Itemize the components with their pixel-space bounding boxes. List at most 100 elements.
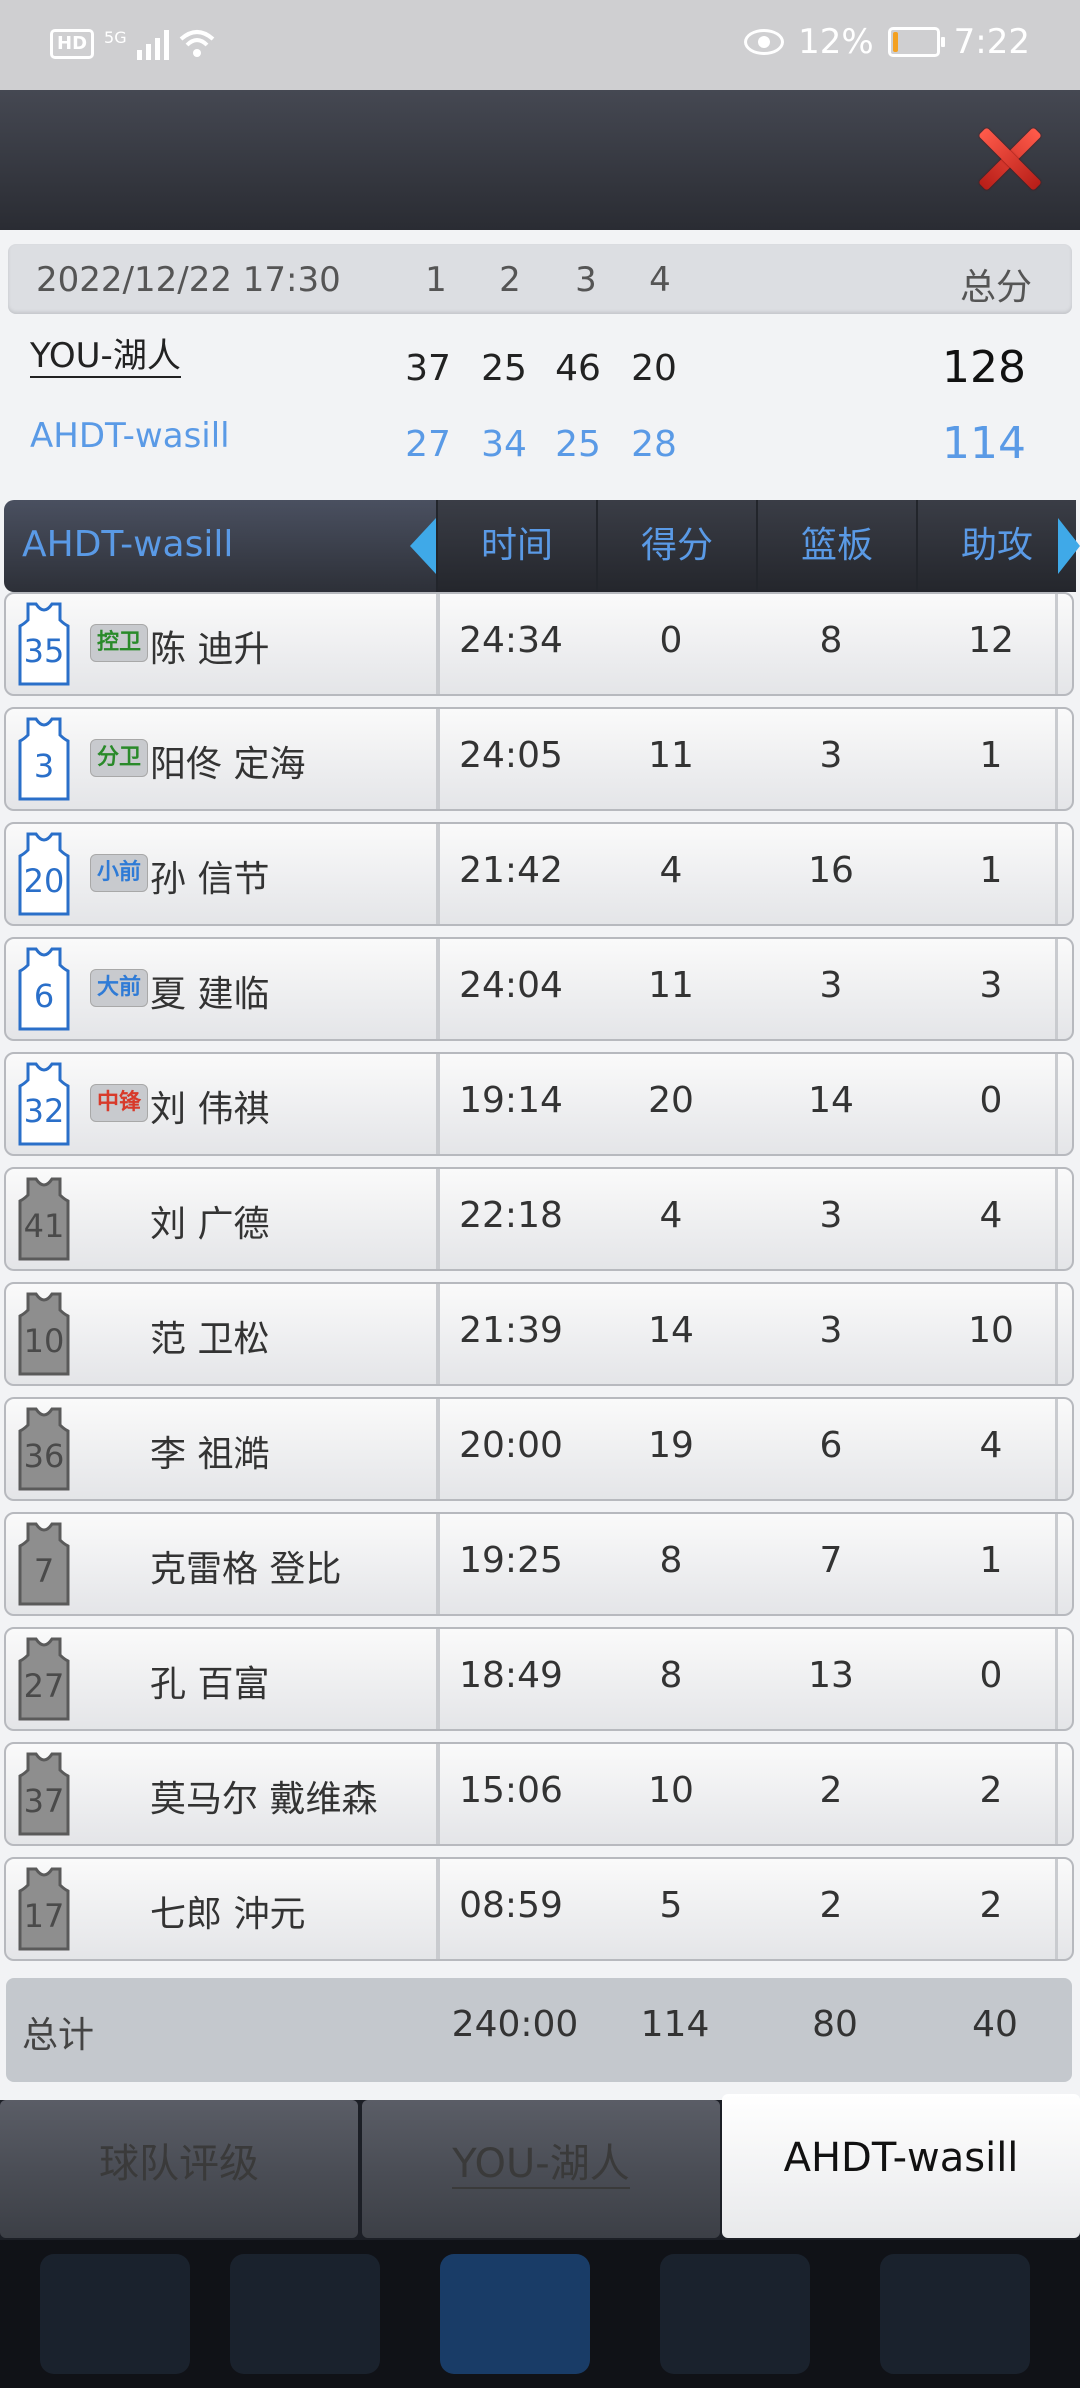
player-name: 孔 百富 [150, 1664, 270, 1705]
player-time: 24:05 [459, 735, 563, 776]
player-assists: 2 [979, 1885, 1003, 1926]
status-right: 12% 7:22 [744, 22, 1030, 62]
player-time: 24:34 [459, 620, 563, 661]
jersey-number: 3 [33, 747, 55, 785]
signal-icon [136, 28, 169, 60]
row-edge [1055, 1284, 1058, 1384]
player-points: 4 [659, 1195, 683, 1236]
quarter-score: 37 [405, 348, 451, 389]
scroll-right-arrow-icon[interactable] [1058, 518, 1080, 574]
jersey-icon: 3 [18, 717, 70, 801]
player-name: 范 卫松 [150, 1319, 270, 1360]
battery-text: 12% [798, 22, 874, 62]
jersey-number: 20 [23, 862, 65, 900]
tab-team-rating[interactable]: 球队评级 [0, 2100, 358, 2238]
player-assists: 1 [979, 850, 1003, 891]
player-points: 11 [648, 735, 694, 776]
player-time: 19:25 [459, 1540, 563, 1581]
tab-away-team[interactable]: AHDT-wasill [722, 2094, 1080, 2238]
player-name: 李 祖澔 [150, 1434, 270, 1475]
player-time: 08:59 [459, 1885, 563, 1926]
team-total: 128 [942, 342, 1026, 393]
jersey-number: 6 [33, 977, 55, 1015]
player-rebounds: 3 [819, 1195, 843, 1236]
hd-icon: HD [50, 29, 95, 59]
quarter-label: 1 [425, 260, 447, 300]
nav-icon [880, 2254, 1030, 2374]
jersey-number: 10 [23, 1322, 65, 1360]
column-header-assists[interactable]: 助攻 [916, 500, 1076, 592]
jersey-icon: 36 [18, 1407, 70, 1491]
nav-icon [440, 2254, 590, 2374]
tab-home-team[interactable]: YOU-湖人 [362, 2100, 720, 2238]
position-badge: 控卫 [90, 624, 148, 662]
jersey-icon: 35 [18, 602, 70, 686]
player-row[interactable]: 32 中锋刘 伟祺 19:14 20 14 0 [4, 1052, 1074, 1156]
quarter-score: 27 [405, 424, 451, 465]
battery-fill [892, 32, 898, 52]
tab-label: AHDT-wasill [783, 2135, 1019, 2181]
jersey-icon: 7 [18, 1522, 70, 1606]
player-row[interactable]: 6 大前夏 建临 24:04 11 3 3 [4, 937, 1074, 1041]
tab-label: 球队评级 [99, 2141, 259, 2187]
player-assists: 4 [979, 1195, 1003, 1236]
scroll-left-arrow-icon[interactable] [410, 518, 436, 574]
quarter-label: 2 [499, 260, 521, 300]
player-row[interactable]: 7 克雷格 登比 19:25 8 7 1 [4, 1512, 1074, 1616]
column-header-rebounds[interactable]: 篮板 [756, 500, 916, 592]
jersey-number: 27 [23, 1667, 65, 1705]
player-row[interactable]: 35 控卫陈 迪升 24:34 0 8 12 [4, 592, 1074, 696]
close-icon[interactable] [976, 126, 1042, 192]
column-header-time[interactable]: 时间 [436, 500, 596, 592]
row-edge [1055, 1744, 1058, 1844]
player-name: 七郎 沖元 [150, 1894, 306, 1935]
jersey-number: 35 [23, 632, 65, 670]
player-row[interactable]: 10 范 卫松 21:39 14 3 10 [4, 1282, 1074, 1386]
player-row[interactable]: 17 七郎 沖元 08:59 5 2 2 [4, 1857, 1074, 1961]
jersey-number: 32 [23, 1092, 65, 1130]
jersey-icon: 37 [18, 1752, 70, 1836]
column-header-points[interactable]: 得分 [596, 500, 756, 592]
game-date: 2022/12/22 17:30 [36, 260, 341, 300]
player-rebounds: 8 [819, 620, 843, 661]
player-name: 夏 建临 [150, 974, 270, 1015]
jersey-icon: 10 [18, 1292, 70, 1376]
player-time: 19:14 [459, 1080, 563, 1121]
total-label: 总分 [959, 267, 1032, 308]
quarter-score: 46 [555, 348, 601, 389]
stats-table-header: AHDT-wasill 时间 得分 篮板 助攻 [4, 500, 1080, 592]
jersey-number: 17 [23, 1897, 65, 1935]
eye-icon [744, 29, 785, 55]
player-row[interactable]: 27 孔 百富 18:49 8 13 0 [4, 1627, 1074, 1731]
player-points: 8 [659, 1540, 683, 1581]
player-name: 孙 信节 [150, 859, 270, 900]
team-name-home: YOU-湖人 [30, 336, 181, 378]
position-badge: 分卫 [90, 739, 148, 777]
player-row[interactable]: 37 莫马尔 戴维森 15:06 10 2 2 [4, 1742, 1074, 1846]
jersey-icon: 6 [18, 947, 70, 1031]
player-rebounds: 3 [819, 735, 843, 776]
player-points: 0 [659, 620, 683, 661]
totals-rebounds: 80 [812, 2004, 858, 2045]
player-time: 21:39 [459, 1310, 563, 1351]
player-points: 10 [648, 1770, 694, 1811]
player-name: 莫马尔 戴维森 [150, 1779, 378, 1820]
row-edge [1055, 1399, 1058, 1499]
player-points: 14 [648, 1310, 694, 1351]
row-edge [1055, 1169, 1058, 1269]
jersey-icon: 17 [18, 1867, 70, 1951]
player-row[interactable]: 3 分卫 阳佟 定海 24:05 11 3 1 [4, 707, 1074, 811]
quarter-label: 4 [649, 260, 671, 300]
totals-time: 240:00 [451, 2004, 579, 2045]
bottom-tab-bar: 球队评级 YOU-湖人 AHDT-wasill [0, 2094, 1080, 2240]
player-row[interactable]: 41 刘 广德 22:18 4 3 4 [4, 1167, 1074, 1271]
wifi-icon [179, 30, 214, 57]
player-row[interactable]: 36 李 祖澔 20:00 19 6 4 [4, 1397, 1074, 1501]
player-assists: 2 [979, 1770, 1003, 1811]
quarter-score: 25 [481, 348, 527, 389]
player-row[interactable]: 20 小前孙 信节 21:42 4 16 1 [4, 822, 1074, 926]
quarter-score: 34 [481, 424, 527, 465]
player-name: 陈 迪升 [150, 629, 270, 670]
battery-icon [887, 27, 945, 57]
totals-assists: 40 [972, 2004, 1018, 2045]
